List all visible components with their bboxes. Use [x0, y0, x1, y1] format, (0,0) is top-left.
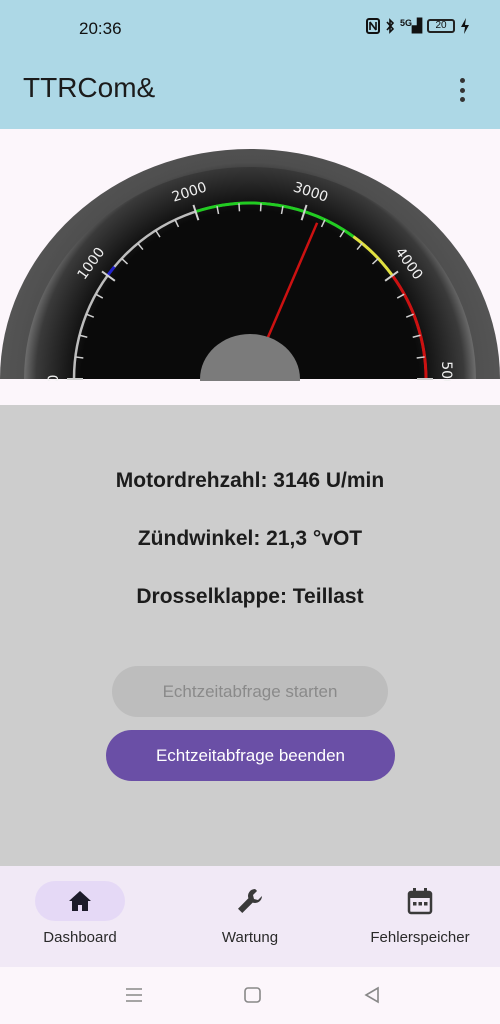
nav-wartung[interactable]: Wartung: [170, 866, 330, 967]
charging-icon: [461, 18, 469, 34]
status-icons: 5G▟ 20: [365, 18, 470, 34]
gauge-svg: 010002000 300040005000: [0, 149, 500, 381]
nav-wartung-indicator: [205, 881, 295, 921]
gauge-tick-label: 5000: [438, 361, 454, 381]
recent-apps-icon[interactable]: [124, 985, 144, 1005]
gauge-minor-tick: [259, 203, 262, 212]
nav-dashboard-label: Dashboard: [43, 929, 117, 946]
status-bar: 20:36 5G▟ 20: [0, 0, 500, 52]
readings-panel: Motordrehzahl: 3146 U/min Zündwinkel: 21…: [0, 405, 500, 866]
more-vert-icon[interactable]: [450, 74, 474, 106]
calendar-icon: [407, 888, 433, 915]
home-button-icon[interactable]: [243, 985, 263, 1005]
nav-fehlerspeicher-label: Fehlerspeicher: [370, 929, 470, 946]
status-time: 20:36: [79, 19, 122, 38]
wrench-icon: [238, 889, 262, 913]
ignition-reading: Zündwinkel: 21,3 °vOT: [137, 527, 363, 550]
battery-level: 20: [435, 20, 447, 31]
rpm-reading: Motordrehzahl: 3146 U/min: [115, 469, 385, 492]
nav-dashboard-indicator: [35, 881, 125, 921]
nav-fehlerspeicher[interactable]: Fehlerspeicher: [340, 866, 500, 967]
nav-wartung-label: Wartung: [221, 929, 279, 946]
battery-icon: 20: [427, 19, 455, 33]
signal-5g-icon: 5G▟: [399, 18, 422, 33]
gauge-minor-tick: [416, 356, 425, 359]
nav-fehlerspeicher-indicator: [375, 881, 465, 921]
stop-realtime-button[interactable]: Echtzeitabfrage beenden: [106, 730, 395, 781]
system-navigation-bar: [0, 967, 500, 1024]
bottom-navigation: Dashboard Wartung Fehlerspeicher: [0, 866, 500, 967]
rpm-gauge: 0 1000 2000 3000 4000 5000: [0, 129, 500, 381]
bluetooth-icon: [386, 18, 395, 34]
gauge-minor-tick: [238, 203, 241, 212]
app-bar: TTRCom&: [0, 52, 500, 129]
network-label: 5G: [399, 18, 412, 28]
nav-dashboard[interactable]: Dashboard: [0, 866, 160, 967]
home-icon: [69, 891, 91, 911]
gauge-minor-tick: [75, 356, 84, 359]
gauge-tick-label: 0: [46, 375, 62, 381]
start-realtime-button[interactable]: Echtzeitabfrage starten: [112, 666, 388, 717]
nfc-icon: [365, 18, 380, 34]
throttle-reading: Drosselklappe: Teillast: [136, 585, 364, 608]
back-icon[interactable]: [362, 985, 382, 1005]
app-title: TTRCom&: [23, 72, 156, 103]
